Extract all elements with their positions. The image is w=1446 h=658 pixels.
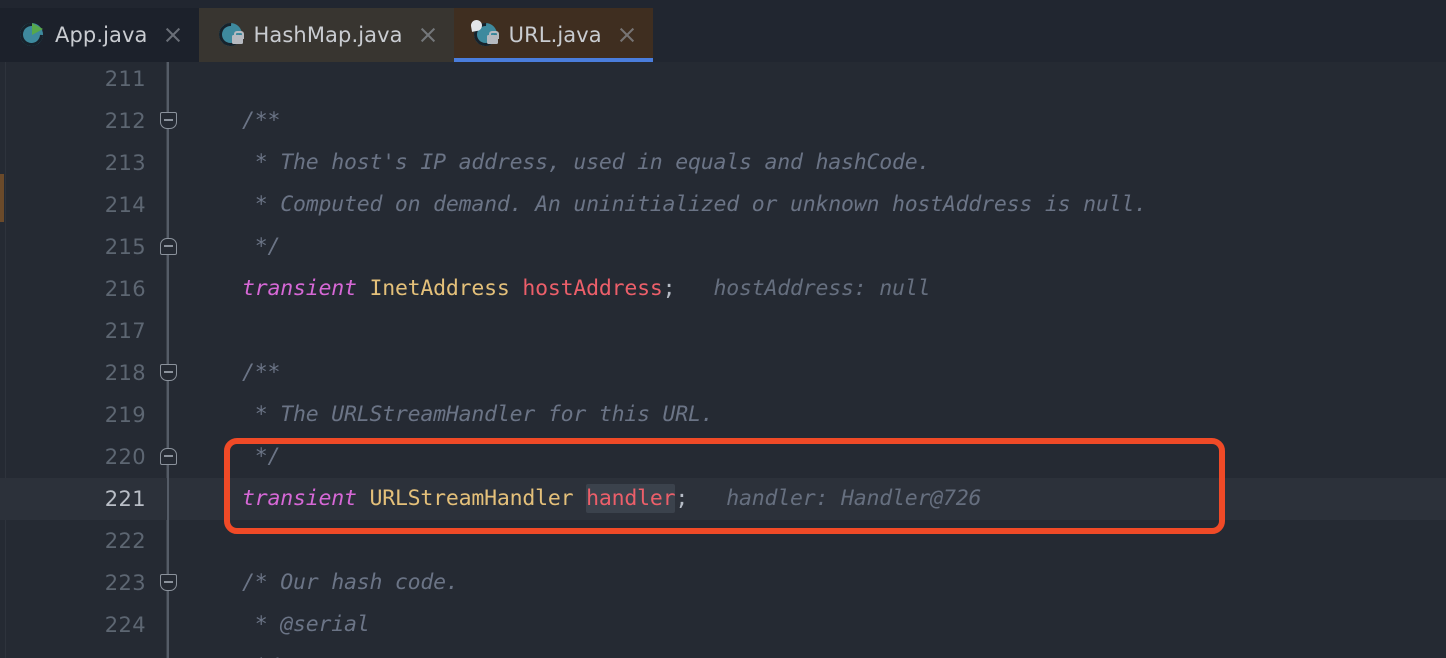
code-text: * @serial [242,604,370,646]
code-text: transient URLStreamHandler handler; hand… [242,478,981,520]
code-line[interactable]: 220 */ [0,436,1446,478]
code-token: /** [242,360,281,385]
line-number: 220 [104,445,146,469]
code-editor[interactable]: 211 212 /** 213 * The host's IP address, us… [0,62,1446,658]
code-fold-toggle[interactable] [160,448,177,465]
line-number: 211 [104,67,146,91]
editor-tab-hashmap-java[interactable]: HashMap.java [198,8,454,62]
line-number: 215 [104,235,146,259]
code-fold-toggle[interactable] [160,364,177,381]
code-text: /** [242,100,280,142]
code-token: * The host's IP address, used in equals … [242,150,931,175]
code-text: * The host's IP address, used in equals … [242,142,931,184]
java-class-runnable-icon [15,18,48,51]
code-line[interactable]: 215 */ [0,226,1446,268]
code-line[interactable]: 217 [0,310,1446,352]
code-token: handler: Handler@726 [688,486,982,511]
code-line[interactable]: 213 * The host's IP address, used in equ… [0,142,1446,184]
code-text: */ [242,436,281,478]
line-number: 212 [104,109,146,133]
close-icon[interactable] [617,25,637,45]
java-class-readonly-icon [213,18,247,51]
code-text: */ [242,646,281,658]
code-text: */ [242,226,281,268]
editor-tab-label: App.java [55,23,148,47]
line-number: 216 [104,277,146,301]
close-icon[interactable] [418,25,438,45]
code-text: /** [242,352,280,394]
line-number: 224 [104,613,146,637]
fold-region-line [167,62,169,658]
code-line[interactable]: 222 [0,520,1446,562]
code-text: * The URLStreamHandler for this URL. [242,394,714,436]
code-text: /* Our hash code. [242,562,459,604]
code-fold-toggle[interactable] [160,574,177,591]
code-token: */ [242,234,281,259]
code-token: * The URLStreamHandler for this URL. [242,402,714,427]
editor-tab-label: HashMap.java [253,23,403,47]
editor-tab-app-java[interactable]: App.java [0,8,199,62]
code-line[interactable]: 212 /** [0,100,1446,142]
code-line[interactable]: 219 * The URLStreamHandler for this URL. [0,394,1446,436]
code-line[interactable]: 225 */ [0,646,1446,658]
code-token: handler [586,484,676,513]
code-line[interactable]: 223 /* Our hash code. [0,562,1446,604]
code-token: InetAddress [369,276,510,301]
code-token: hostAddress [522,276,663,301]
code-fold-toggle[interactable] [160,238,177,255]
code-token: /* Our hash code. [242,570,459,595]
code-text: * Computed on demand. An uninitialized o… [242,184,1147,226]
code-token: ; [675,486,689,511]
editor-tab-bar: App.java HashMap.java URL.java [0,8,1446,62]
code-line[interactable]: 216 transient InetAddress hostAddress; ho… [0,268,1446,310]
code-token: transient [242,276,357,301]
line-number: 219 [104,403,146,427]
editor-tab-url-java[interactable]: URL.java [453,8,653,62]
code-line[interactable]: 221 transient URLStreamHandler handler; h… [0,478,1446,520]
code-token: ; [662,276,676,301]
java-class-readonly-pinned-icon [468,18,502,51]
line-number: 221 [104,487,146,511]
close-icon[interactable] [163,25,183,45]
line-number: 214 [104,193,146,217]
code-token: */ [242,654,281,658]
ide-window: App.java HashMap.java URL.java 211 212 /… [0,0,1446,658]
code-line[interactable]: 224 * @serial [0,604,1446,646]
line-number: 213 [104,151,146,175]
line-number: 218 [104,361,146,385]
code-token: * Computed on demand. An uninitialized o… [242,192,1147,217]
code-line[interactable]: 211 [0,62,1446,100]
line-number: 225 [0,646,146,658]
code-token: /** [242,108,281,133]
editor-tab-label: URL.java [508,23,602,47]
line-number: 217 [104,319,146,343]
line-number: 223 [104,571,146,595]
code-fold-toggle[interactable] [160,112,177,129]
code-line[interactable]: 214 * Computed on demand. An uninitializ… [0,184,1446,226]
code-token: hostAddress: null [675,276,931,301]
code-token: transient [242,486,357,511]
code-line[interactable]: 218 /** [0,352,1446,394]
code-token: * @serial [242,612,370,637]
code-token: URLStreamHandler [369,486,574,511]
code-token: */ [242,444,281,469]
code-text: transient InetAddress hostAddress; hostA… [242,268,930,310]
window-top-strip [0,0,1446,8]
line-number: 222 [104,529,146,553]
